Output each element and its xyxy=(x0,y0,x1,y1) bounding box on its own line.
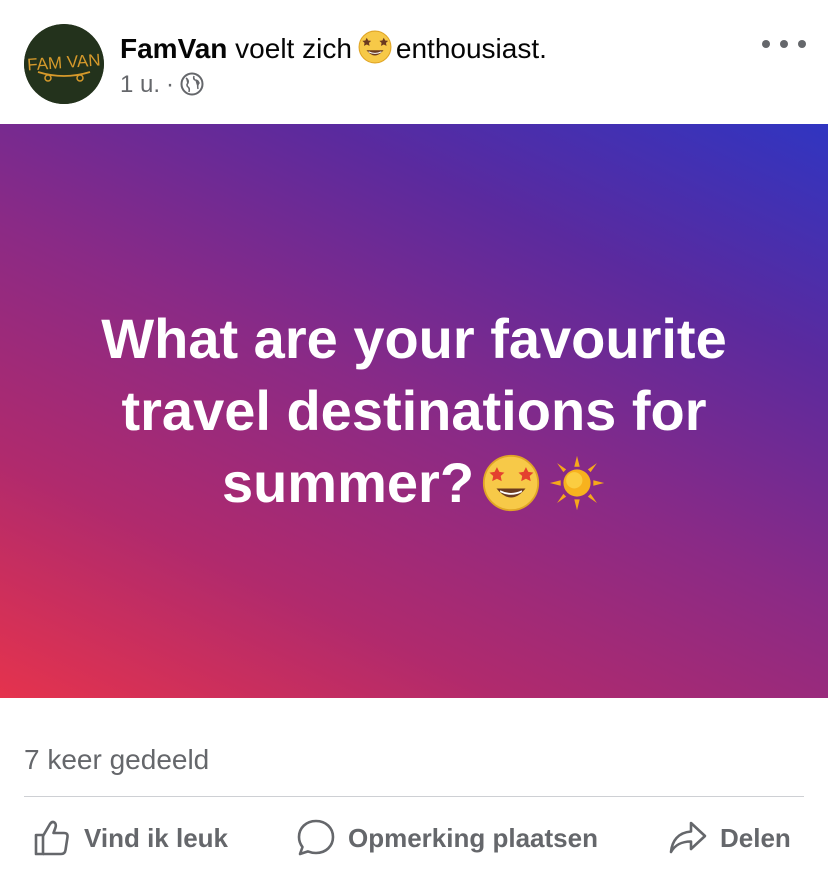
like-button[interactable]: Vind ik leuk xyxy=(32,810,228,866)
share-label: Delen xyxy=(720,822,791,853)
meta-separator: · xyxy=(166,71,175,98)
comment-button[interactable]: Opmerking plaatsen xyxy=(296,810,598,866)
author-name[interactable]: FamVan xyxy=(120,33,227,64)
author-line: FamVan voelt zich enthousiast. xyxy=(120,30,547,67)
post-background-text[interactable]: What are your favourite travel destinati… xyxy=(0,124,828,698)
feeling-word: enthousiast. xyxy=(395,33,547,64)
famvan-logo: FAM VAN xyxy=(24,24,104,104)
avatar[interactable]: FAM VAN xyxy=(24,24,104,104)
star-struck-emoji-icon xyxy=(358,30,392,64)
globe-icon[interactable] xyxy=(180,72,204,96)
dot xyxy=(762,40,770,48)
post-body-text: What are your favourite travel destinati… xyxy=(101,307,727,514)
sun-emoji-icon xyxy=(548,454,606,512)
thumbs-up-icon xyxy=(32,818,72,858)
star-struck-emoji-icon xyxy=(482,454,540,512)
comment-icon xyxy=(296,818,336,858)
more-options-icon[interactable] xyxy=(762,30,806,58)
post-time[interactable]: 1 u. xyxy=(120,71,160,98)
share-count[interactable]: 7 keer gedeeld xyxy=(24,742,209,778)
post-header: FAM VAN FamVan voelt zich enthousiast. 1… xyxy=(0,0,828,124)
like-label: Vind ik leuk xyxy=(84,822,229,853)
feeling-prefix: voelt zich xyxy=(235,33,352,64)
share-arrow-icon xyxy=(668,818,708,858)
post-card: FAM VAN FamVan voelt zich enthousiast. 1… xyxy=(0,0,828,869)
post-meta: 1 u. · xyxy=(120,70,204,100)
dot xyxy=(798,40,806,48)
share-button[interactable]: Delen xyxy=(668,810,791,866)
action-bar: Vind ik leuk Opmerking plaatsen Delen xyxy=(0,810,828,866)
divider xyxy=(24,796,804,797)
post-body: What are your favourite travel destinati… xyxy=(54,303,774,519)
dot xyxy=(780,40,788,48)
comment-label: Opmerking plaatsen xyxy=(348,822,598,853)
